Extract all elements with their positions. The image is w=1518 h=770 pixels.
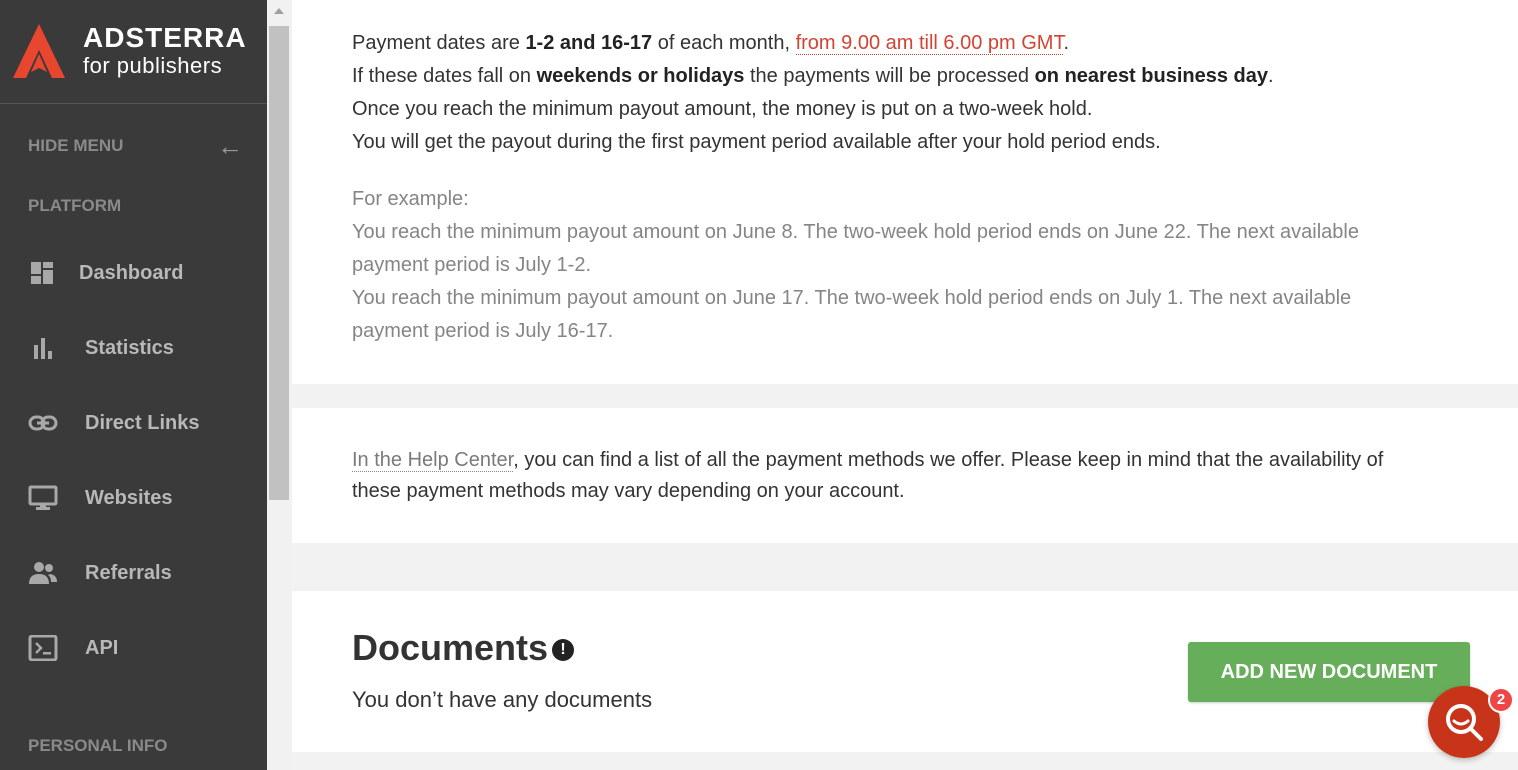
text: . — [1268, 65, 1274, 87]
info-icon[interactable]: ! — [552, 639, 575, 661]
example-2-line-2: payment period is July 16-17. — [352, 320, 614, 342]
example-1-line-1: You reach the minimum payout amount on J… — [352, 221, 1359, 243]
section-personal-info: PERSONAL INFO — [28, 736, 168, 755]
sidebar-item-label: Dashboard — [79, 261, 184, 284]
help-center-link[interactable]: In the Help Center — [352, 449, 514, 472]
sidebar: ADSTERRA for publishers HIDE MENU ← PLAT… — [0, 0, 267, 770]
nearest-business-day: on nearest business day — [1034, 65, 1268, 87]
scrollbar-thumb[interactable] — [269, 26, 289, 500]
logo[interactable]: ADSTERRA for publishers — [0, 0, 267, 104]
payment-methods-line-1: In the Help Center, you can find a list … — [352, 449, 1383, 472]
sidebar-item-api[interactable]: API — [0, 622, 267, 674]
payout-line: You will get the payout during the first… — [352, 131, 1161, 153]
sidebar-item-dashboard[interactable]: Dashboard — [0, 247, 267, 299]
add-new-document-button[interactable]: ADD NEW DOCUMENT — [1188, 642, 1470, 702]
text: , you can find a list of all the payment… — [513, 449, 1384, 471]
sidebar-item-label: Websites — [85, 486, 173, 509]
text: the payments will be processed — [744, 65, 1035, 87]
sidebar-item-label: Referrals — [85, 561, 172, 584]
documents-title: Documents! — [352, 627, 575, 669]
example-title: For example: — [352, 188, 469, 210]
payment-info-card: Payment dates are 1-2 and 16-17 of each … — [292, 0, 1518, 384]
arrow-left-icon: ← — [217, 131, 243, 161]
sidebar-item-label: Direct Links — [85, 411, 200, 434]
text: If these dates fall on — [352, 65, 537, 87]
sidebar-item-statistics[interactable]: Statistics — [0, 322, 267, 374]
scrollbar[interactable] — [267, 0, 291, 770]
documents-empty-text: You don’t have any documents — [352, 687, 653, 712]
documents-card: Documents! You don’t have any documents … — [292, 591, 1518, 752]
scroll-up-arrow-icon[interactable] — [274, 8, 284, 14]
users-icon — [29, 562, 57, 584]
payment-dates: 1-2 and 16-17 — [525, 32, 653, 54]
sidebar-item-label: API — [85, 636, 119, 659]
brand-tagline: for publishers — [83, 53, 223, 78]
payment-methods-line-2: these payment methods may vary depending… — [352, 480, 905, 502]
text: of each month, — [652, 32, 796, 54]
monitor-icon — [28, 485, 58, 510]
payment-methods-card: In the Help Center, you can find a list … — [292, 408, 1518, 543]
payment-time-link[interactable]: from 9.00 am till 6.00 pm GMT — [795, 32, 1064, 55]
link-icon — [28, 415, 58, 431]
hide-menu-button[interactable]: HIDE MENU ← — [28, 131, 243, 161]
hide-menu-label: HIDE MENU — [28, 136, 124, 155]
adsterra-logo-icon — [13, 24, 65, 78]
holidays-line: If these dates fall on weekends or holid… — [352, 65, 1274, 88]
terminal-icon — [28, 635, 58, 661]
dashboard-icon — [31, 262, 53, 284]
payment-dates-line: Payment dates are 1-2 and 16-17 of each … — [352, 32, 1069, 55]
bar-chart-icon — [34, 338, 52, 359]
hold-line: Once you reach the minimum payout amount… — [352, 98, 1093, 120]
text: . — [1063, 32, 1070, 54]
text: Payment dates are — [352, 32, 526, 54]
sidebar-item-referrals[interactable]: Referrals — [0, 547, 267, 599]
example-1-line-2: payment period is July 1-2. — [352, 254, 592, 276]
sidebar-item-label: Statistics — [85, 336, 174, 359]
brand-name: ADSTERRA — [83, 22, 247, 53]
weekends-holidays: weekends or holidays — [536, 65, 745, 87]
sidebar-item-direct-links[interactable]: Direct Links — [0, 397, 267, 449]
section-platform: PLATFORM — [28, 196, 122, 215]
sidebar-item-websites[interactable]: Websites — [0, 472, 267, 524]
documents-title-text: Documents — [352, 627, 549, 668]
chat-search-icon — [1446, 704, 1483, 741]
chat-notification-badge: 2 — [1488, 687, 1514, 713]
example-2-line-1: You reach the minimum payout amount on J… — [352, 287, 1352, 309]
